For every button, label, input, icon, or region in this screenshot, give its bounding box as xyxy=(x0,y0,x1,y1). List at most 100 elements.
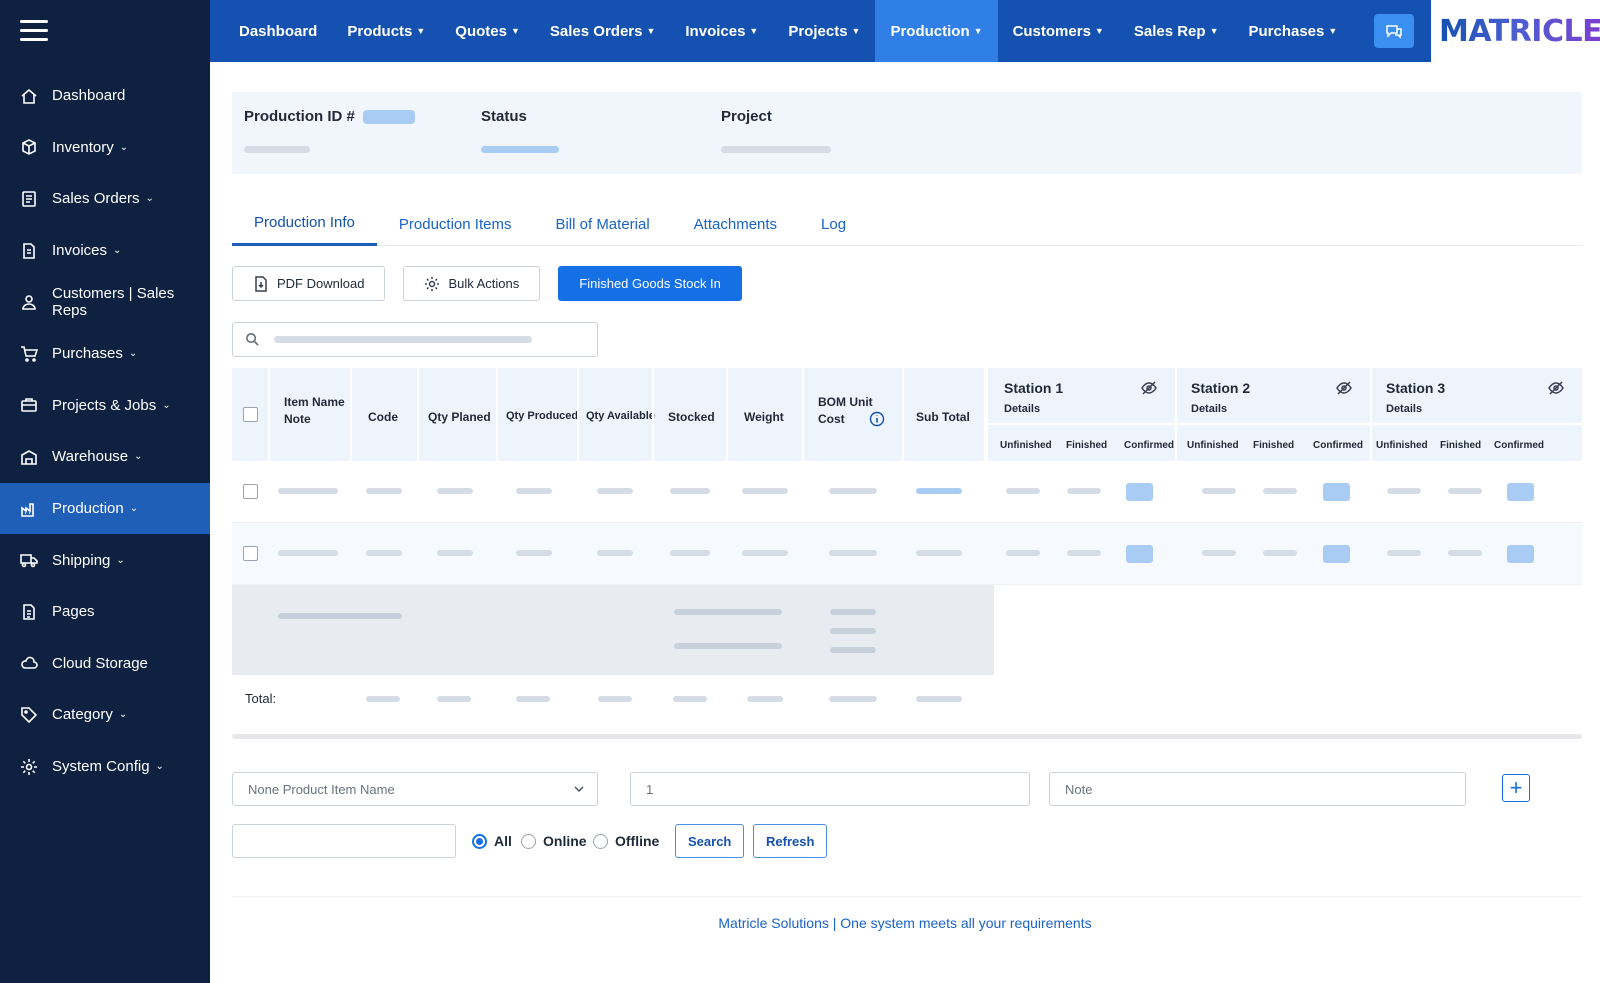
cell-placeholder xyxy=(1006,488,1040,494)
refresh-button[interactable]: Refresh xyxy=(753,824,828,858)
menu-icon[interactable] xyxy=(20,20,48,44)
station-subheader-3: Unfinished Finished Confirmed xyxy=(1370,423,1582,461)
pdf-download-button[interactable]: PDF Download xyxy=(232,266,386,301)
sidebar-item-label: Cloud Storage xyxy=(52,654,148,672)
sidebar-item-label: Pages xyxy=(52,603,95,621)
matricle-logo[interactable]: MATRICLE xyxy=(1431,0,1600,62)
sidebar-item-label: Category xyxy=(52,706,113,724)
summary-cost-placeholder xyxy=(830,609,876,615)
chat-icon[interactable] xyxy=(1374,14,1415,48)
sidebar-item-system-config[interactable]: System Config ⌄ xyxy=(0,741,210,793)
production-sub-placeholder xyxy=(244,146,310,153)
bulk-actions-label: Bulk Actions xyxy=(448,276,520,291)
nav-item-invoices[interactable]: Invoices ▼ xyxy=(670,0,773,62)
radio-online[interactable]: Online xyxy=(521,833,587,849)
nav-item-sales-rep[interactable]: Sales Rep ▼ xyxy=(1119,0,1234,62)
station-details: Details xyxy=(1386,403,1423,415)
table-row[interactable] xyxy=(232,523,1582,585)
sidebar-item-projects-jobs[interactable]: Projects & Jobs ⌄ xyxy=(0,380,210,432)
add-item-button[interactable]: + xyxy=(1502,774,1530,802)
total-placeholder xyxy=(673,696,707,702)
sidebar-item-label: Invoices xyxy=(52,242,108,260)
tab-production-items[interactable]: Production Items xyxy=(377,202,534,246)
note-input[interactable]: Note xyxy=(1049,772,1466,806)
tab-production-info[interactable]: Production Info xyxy=(232,202,377,246)
table-row[interactable] xyxy=(232,461,1582,523)
sidebar-item-production[interactable]: Production ⌄ xyxy=(0,482,210,535)
quantity-input[interactable]: 1 xyxy=(630,772,1030,806)
sidebar-item-purchases[interactable]: Purchases ⌄ xyxy=(0,328,210,380)
select-all-checkbox[interactable] xyxy=(243,407,258,422)
cell-placeholder xyxy=(278,550,338,556)
tab-log[interactable]: Log xyxy=(799,202,868,246)
confirmed-badge[interactable] xyxy=(1323,545,1350,563)
sidebar-item-invoices[interactable]: Invoices ⌄ xyxy=(0,225,210,277)
nav-item-label: Invoices xyxy=(685,22,746,40)
col-weight: Weight xyxy=(744,410,784,424)
product-item-select[interactable]: None Product Item Name xyxy=(232,772,598,806)
table-search-input[interactable] xyxy=(232,322,598,357)
filter-row: All Online Offline Search Refresh xyxy=(232,824,1582,858)
sidebar-item-sales-orders[interactable]: Sales Orders ⌄ xyxy=(0,173,210,225)
sidebar-item-pages[interactable]: Pages xyxy=(0,586,210,638)
search-button[interactable]: Search xyxy=(675,824,745,858)
cell-placeholder xyxy=(742,488,788,494)
radio-online-label: Online xyxy=(543,833,587,849)
project: Project xyxy=(721,108,831,158)
tab-attachments[interactable]: Attachments xyxy=(672,202,799,246)
sidebar-item-label: Shipping xyxy=(52,551,111,569)
confirmed-badge[interactable] xyxy=(1507,483,1534,501)
nav-item-purchases[interactable]: Purchases ▼ xyxy=(1233,0,1352,62)
sidebar-item-inventory[interactable]: Inventory ⌄ xyxy=(0,122,210,174)
cell-placeholder xyxy=(916,488,962,494)
filter-text-input[interactable] xyxy=(232,824,456,858)
eye-off-icon[interactable] xyxy=(1336,380,1352,396)
nav-item-label: Customers xyxy=(1012,22,1091,40)
confirmed-badge[interactable] xyxy=(1126,483,1153,501)
station-subheader-2: Unfinished Finished Confirmed xyxy=(1175,423,1370,461)
caret-down-icon: ▼ xyxy=(416,26,426,36)
info-icon[interactable] xyxy=(869,411,885,427)
nav-item-sales-orders[interactable]: Sales Orders ▼ xyxy=(535,0,670,62)
station-col-finished: Finished xyxy=(1253,440,1295,451)
confirmed-badge[interactable] xyxy=(1323,483,1350,501)
sidebar-item-category[interactable]: Category ⌄ xyxy=(0,689,210,741)
horizontal-scrollbar[interactable] xyxy=(232,734,1582,739)
project-value-placeholder xyxy=(721,146,831,153)
nav-item-production[interactable]: Production ▼ xyxy=(875,0,998,62)
sidebar-item-label: Warehouse xyxy=(52,448,129,466)
chevron-down-icon xyxy=(574,786,584,793)
eye-off-icon[interactable] xyxy=(1548,380,1564,396)
summary-stocked-placeholder xyxy=(674,609,782,615)
station-details: Details xyxy=(1191,403,1228,415)
nav-item-projects[interactable]: Projects ▼ xyxy=(773,0,875,62)
eye-off-icon[interactable] xyxy=(1141,380,1157,396)
radio-offline[interactable]: Offline xyxy=(593,833,659,849)
station-col-confirmed: Confirmed xyxy=(1124,440,1174,451)
confirmed-badge[interactable] xyxy=(1507,545,1534,563)
col-qty-produced: Qty Produced xyxy=(506,410,579,422)
sidebar-item-cloud-storage[interactable]: Cloud Storage xyxy=(0,638,210,690)
bulk-actions-button[interactable]: Bulk Actions xyxy=(403,266,541,301)
sidebar-item-warehouse[interactable]: Warehouse ⌄ xyxy=(0,431,210,483)
finished-goods-stock-in-button[interactable]: Finished Goods Stock In xyxy=(558,266,742,301)
station-name: Station 3 xyxy=(1386,380,1446,396)
station-col-unfinished: Unfinished xyxy=(1187,440,1239,451)
station-details: Details xyxy=(1004,403,1041,415)
nav-item-products[interactable]: Products ▼ xyxy=(332,0,440,62)
sidebar-item-customers-sales-reps[interactable]: Customers | Sales Reps xyxy=(0,276,210,328)
row-checkbox[interactable] xyxy=(243,484,258,499)
row-checkbox[interactable] xyxy=(243,546,258,561)
table-header: Item Name Note Code Qty Planed Qty Produ… xyxy=(232,368,1582,461)
radio-all[interactable]: All xyxy=(472,833,512,849)
nav-item-dashboard[interactable]: Dashboard xyxy=(224,0,332,62)
nav-item-quotes[interactable]: Quotes ▼ xyxy=(440,0,535,62)
tab-bill-of-material[interactable]: Bill of Material xyxy=(533,202,671,246)
sidebar-item-dashboard[interactable]: Dashboard xyxy=(0,70,210,122)
confirmed-badge[interactable] xyxy=(1126,545,1153,563)
cell-placeholder xyxy=(437,550,473,556)
nav-item-customers[interactable]: Customers ▼ xyxy=(998,0,1119,62)
nav-item-label: Quotes xyxy=(455,22,507,40)
sidebar-item-shipping[interactable]: Shipping ⌄ xyxy=(0,534,210,586)
nav-item-label: Production xyxy=(890,22,970,40)
